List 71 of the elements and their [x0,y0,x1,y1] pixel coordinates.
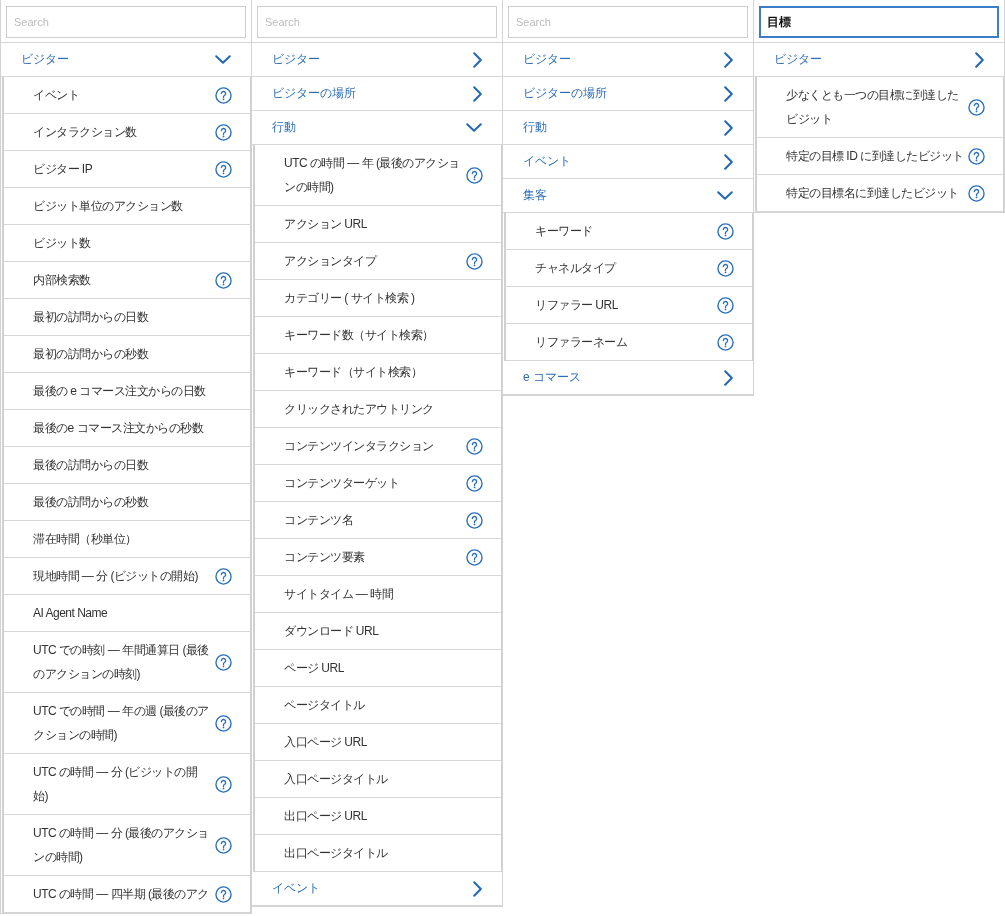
dimension-item[interactable]: イベント [4,77,250,114]
dimension-item[interactable]: UTC の時間 — 年 (最後のアクションの時間) [255,145,501,206]
dimension-item[interactable]: 滞在時間（秒単位） [4,521,250,558]
dimension-item[interactable]: UTC の時間 — 分 (最後のアクションの時間) [4,815,250,876]
help-icon[interactable] [717,222,734,240]
dimension-item[interactable]: 最後の訪問からの秒数 [4,484,250,521]
help-icon[interactable] [968,147,985,165]
help-icon[interactable] [215,160,232,178]
dimension-item[interactable]: キーワード（サイト検索） [255,354,501,391]
dimension-item[interactable]: 最後の訪問からの日数 [4,447,250,484]
help-icon[interactable] [968,184,985,202]
dimension-item[interactable]: UTC での時刻 — 年間通算日 (最後のアクションの時刻) [4,632,250,693]
dimension-item[interactable]: ページ URL [255,650,501,687]
help-icon[interactable] [968,98,985,116]
help-icon[interactable] [215,123,232,141]
dimension-item[interactable]: UTC の時間 — 分 (ビジットの開始) [4,754,250,815]
dimension-item[interactable]: 特定の目標名に到達したビジット [757,175,1003,212]
dimension-item[interactable]: キーワード数（サイト検索） [255,317,501,354]
dimension-item[interactable]: ビジット単位のアクション数 [4,188,250,225]
help-icon[interactable] [466,511,483,529]
dimension-item[interactable]: サイトタイム — 時間 [255,576,501,613]
help-icon[interactable] [466,548,483,566]
dimension-item[interactable]: キーワード [506,213,752,250]
help-icon[interactable] [466,474,483,492]
dimension-item[interactable]: 少なくとも一つの目標に到達したビジット [757,77,1003,138]
dimension-item[interactable]: UTC での時間 — 年の週 (最後のアクションの時間) [4,693,250,754]
help-icon[interactable] [215,567,232,585]
help-icon[interactable] [215,775,232,793]
dimension-item[interactable]: ページタイトル [255,687,501,724]
dimension-item[interactable]: チャネルタイプ [506,250,752,287]
dimension-item[interactable]: 入口ページタイトル [255,761,501,798]
dimension-item[interactable]: アクションタイプ [255,243,501,280]
search-field[interactable]: 目標 [759,6,999,38]
help-icon[interactable] [215,653,232,671]
dimension-item[interactable]: コンテンツ要素 [255,539,501,576]
dimension-item[interactable]: コンテンツインタラクション [255,428,501,465]
dimension-item[interactable]: 特定の目標 ID に到達したビジット [757,138,1003,175]
help-icon[interactable] [215,714,232,732]
search-field[interactable]: Search [6,6,246,38]
help-icon[interactable] [466,437,483,455]
help-icon[interactable] [215,885,232,903]
search-field[interactable]: Search [508,6,748,38]
dimension-item[interactable]: 内部検索数 [4,262,250,299]
dimension-item[interactable]: クリックされたアウトリンク [255,391,501,428]
dimension-item[interactable]: 現地時間 — 分 (ビジットの開始) [4,558,250,595]
dimension-item[interactable]: インタラクション数 [4,114,250,151]
help-icon[interactable] [717,333,734,351]
dimension-item[interactable]: AI Agent Name [4,595,250,632]
help-icon[interactable] [717,296,734,314]
help-icon[interactable] [215,271,232,289]
dimension-item[interactable]: 出口ページ URL [255,798,501,835]
dimension-item[interactable]: 最後のe コマース注文からの秒数 [4,410,250,447]
dimension-item[interactable]: リファラー URL [506,287,752,324]
dimension-item[interactable]: ビジット数 [4,225,250,262]
dimension-item[interactable]: 最後の e コマース注文からの日数 [4,373,250,410]
dimension-item[interactable]: UTC の時間 — 四半期 (最後のアク [4,876,250,913]
dimension-item[interactable]: コンテンツターゲット [255,465,501,502]
help-icon[interactable] [466,252,483,270]
dimension-item[interactable]: 最初の訪問からの日数 [4,299,250,336]
dimension-item[interactable]: カテゴリー ( サイト検索 ) [255,280,501,317]
help-icon[interactable] [717,259,734,277]
help-icon[interactable] [466,166,483,184]
help-icon[interactable] [215,836,232,854]
dimension-item[interactable]: コンテンツ名 [255,502,501,539]
dimension-item[interactable]: ダウンロード URL [255,613,501,650]
dimension-item[interactable]: ビジター IP [4,151,250,188]
dimension-item[interactable]: アクション URL [255,206,501,243]
dimension-item[interactable]: 入口ページ URL [255,724,501,761]
dimension-item[interactable]: 最初の訪問からの秒数 [4,336,250,373]
search-field[interactable]: Search [257,6,497,38]
help-icon[interactable] [215,86,232,104]
